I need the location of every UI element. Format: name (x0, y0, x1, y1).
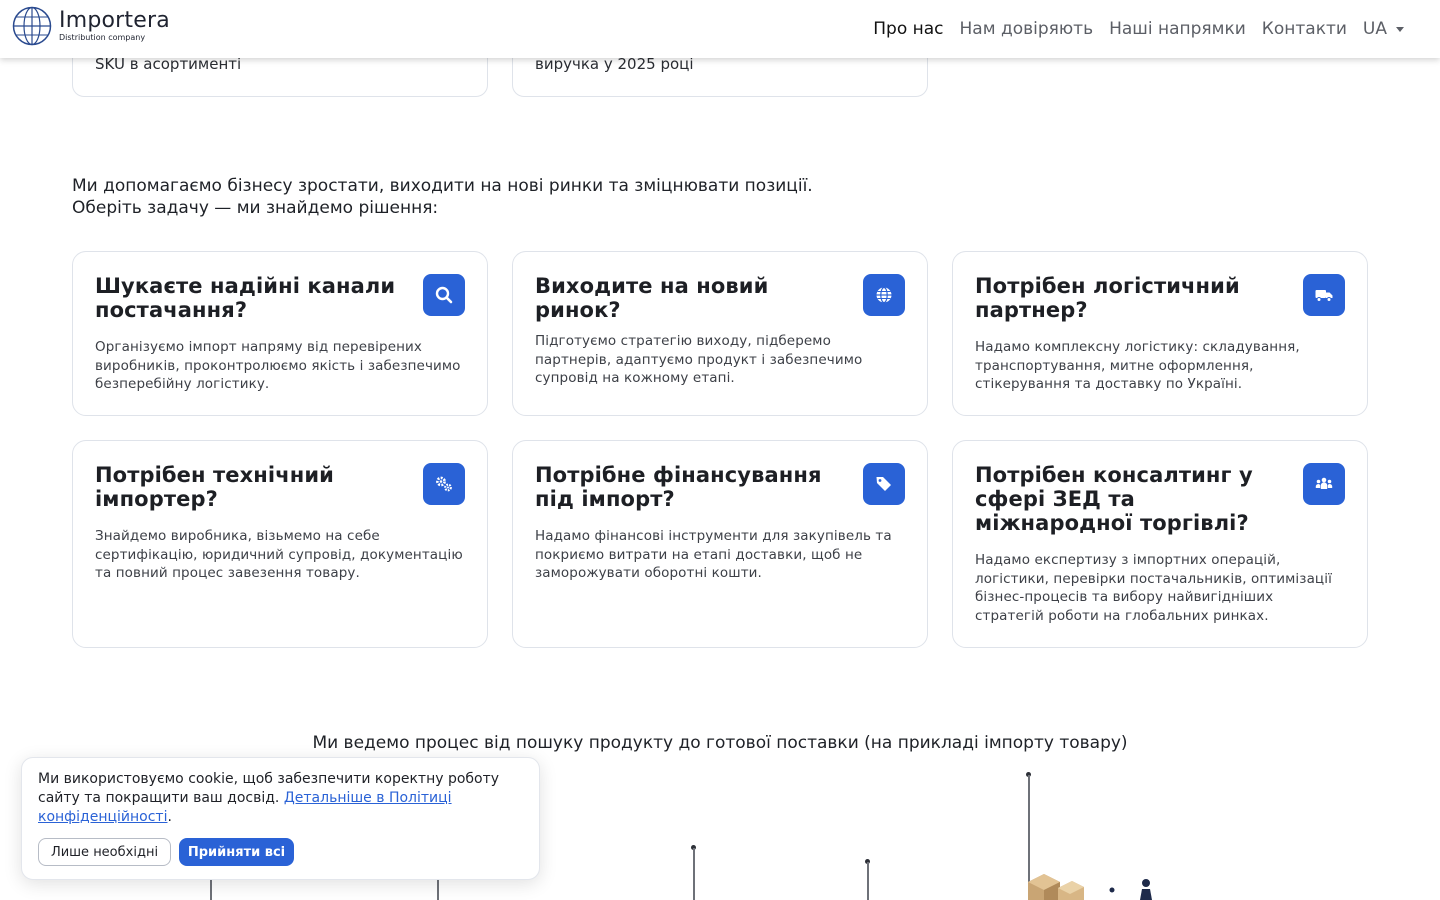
brand-name: Importera (59, 8, 170, 33)
timeline-pole (693, 848, 695, 900)
caret-down-icon (1396, 26, 1404, 32)
card-icon-badge (423, 463, 465, 505)
intro-line-1: Ми допомагаємо бізнесу зростати, виходит… (72, 176, 813, 196)
brand-subtitle: Distribution company (59, 33, 146, 42)
cookie-text-end: . (167, 809, 172, 825)
card-text: Організуємо імпорт напряму від перевірен… (95, 339, 461, 392)
main-nav: Про нас Нам довіряють Наші напрямки Конт… (857, 18, 1404, 40)
card-text: Надамо комплексну логістику: складування… (975, 339, 1300, 392)
card-title: Шукаєте надійні канали постачання? (95, 274, 396, 322)
intro-line-2: Оберіть задачу — ми знайдемо рішення: (72, 198, 439, 218)
cookie-message: Ми використовуємо cookie, щоб забезпечит… (38, 770, 518, 827)
globe-logo-icon (12, 6, 52, 46)
globe-icon (876, 286, 892, 304)
card-title: Потрібне фінансування під імпорт? (535, 463, 822, 511)
card-title: Потрібен консалтинг у сфері ЗЕД та міжна… (975, 463, 1253, 535)
accept-all-button[interactable]: Прийняти всі (179, 838, 294, 866)
nav-item-about[interactable]: Про нас (873, 18, 943, 40)
intro-text: Ми допомагаємо бізнесу зростати, виходит… (72, 175, 813, 219)
timeline-pole (867, 862, 869, 900)
nav-item-trust[interactable]: Нам довіряють (960, 18, 1094, 40)
card-title: Потрібен логістичний партнер? (975, 274, 1240, 322)
top-navbar: Importera Distribution company Про нас Н… (0, 0, 1440, 58)
card-text: Підготуємо стратегію виходу, підберемо п… (535, 333, 863, 386)
card-icon-badge (863, 463, 905, 505)
search-icon (435, 286, 453, 304)
truck-icon (1315, 290, 1333, 302)
language-label: UA (1362, 19, 1387, 39)
card-title: Потрібен технічний імпортер? (95, 463, 334, 511)
card-text: Надамо експертизу з імпортних операцій, … (975, 552, 1332, 624)
gears-icon (436, 476, 452, 492)
service-card-tech-importer[interactable]: Потрібен технічний імпортер? Знайдемо ви… (72, 440, 488, 648)
timeline-pole (437, 880, 439, 900)
service-card-market[interactable]: Виходите на новий ринок? Підготуємо стра… (512, 251, 928, 416)
tags-icon (876, 477, 891, 491)
card-text: Надамо фінансові інструменти для закупів… (535, 528, 892, 581)
service-card-supply[interactable]: Шукаєте надійні канали постачання? Орган… (72, 251, 488, 416)
card-icon-badge (1303, 463, 1345, 505)
necessary-only-button[interactable]: Лише необхідні (38, 838, 171, 866)
language-dropdown[interactable]: UA (1363, 18, 1404, 40)
people-group-icon (1315, 477, 1333, 489)
nav-item-contacts[interactable]: Контакти (1262, 18, 1347, 40)
card-text: Знайдемо виробника, візьмемо на себе сер… (95, 528, 463, 581)
service-card-financing[interactable]: Потрібне фінансування під імпорт? Надамо… (512, 440, 928, 648)
cookie-banner: Ми використовуємо cookie, щоб забезпечит… (21, 757, 540, 880)
brand-logo[interactable]: Importera Distribution company (12, 6, 170, 46)
boxes-illustration-icon (1028, 874, 1152, 900)
card-icon-badge (1303, 274, 1345, 316)
service-card-consulting[interactable]: Потрібен консалтинг у сфері ЗЕД та міжна… (952, 440, 1368, 648)
service-card-logistics[interactable]: Потрібен логістичний партнер? Надамо ком… (952, 251, 1368, 416)
card-icon-badge (863, 274, 905, 316)
card-icon-badge (423, 274, 465, 316)
timeline-pole (210, 880, 212, 900)
process-title: Ми ведемо процес від пошуку продукту до … (312, 733, 1128, 753)
card-title: Виходите на новий ринок? (535, 274, 769, 322)
nav-item-directions[interactable]: Наші напрямки (1109, 18, 1246, 40)
